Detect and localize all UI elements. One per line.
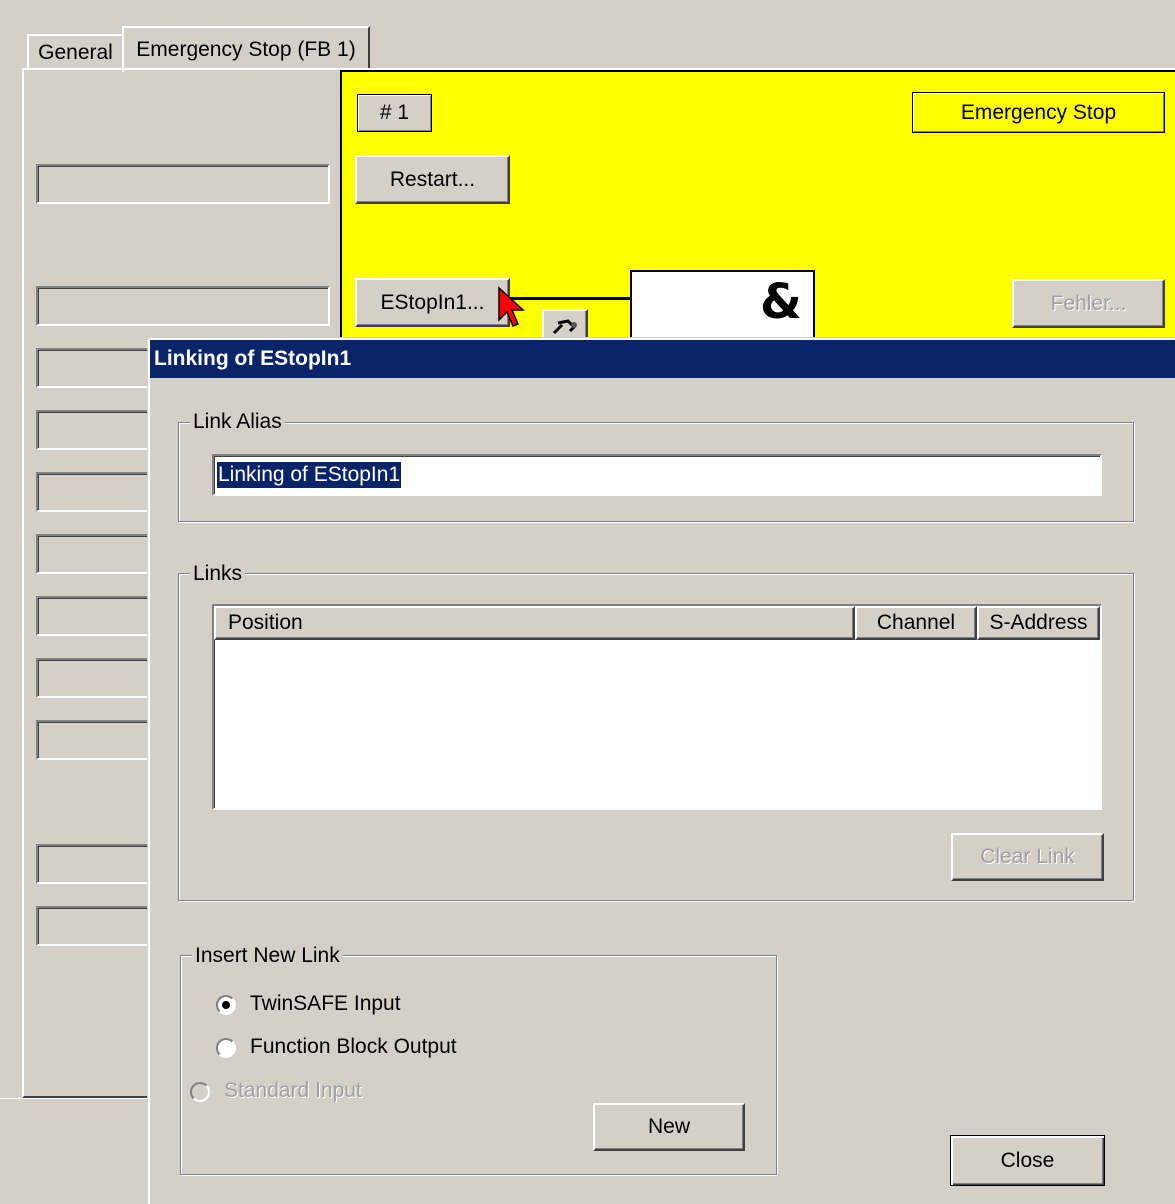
estop-in1-label: EStopIn1... [380,290,485,314]
column-header-position-label: Position [228,611,303,634]
fb-name-label: Emergency Stop [960,100,1117,124]
restart-button[interactable]: Restart... [355,155,510,204]
clear-link-label: Clear Link [980,845,1075,868]
new-button[interactable]: New [593,1103,745,1151]
left-field[interactable] [36,164,330,204]
linking-dialog: Linking of EStopIn1 Link Alias Linking o… [148,338,1175,1204]
tab-emergency-stop-label: Emergency Stop (FB 1) [136,38,356,61]
column-header-s-address-label: S-Address [989,611,1088,634]
link-alias-legend: Link Alias [190,411,285,433]
radio-function-block-output-indicator [216,1038,236,1058]
radio-twinsafe-input[interactable]: TwinSAFE Input [216,990,536,1020]
radio-standard-input[interactable]: Standard Input [190,1077,510,1107]
radio-standard-input-indicator [190,1082,210,1102]
restart-label: Restart... [389,167,476,191]
radio-function-block-output[interactable]: Function Block Output [216,1033,556,1063]
insert-new-link-legend: Insert New Link [192,945,343,967]
close-button[interactable]: Close [950,1135,1105,1186]
column-header-s-address[interactable]: S-Address [977,606,1100,640]
dialog-title-bar[interactable]: Linking of EStopIn1 [150,340,1175,378]
column-header-channel-label: Channel [876,611,956,634]
error-button[interactable]: Fehler... [1012,279,1165,328]
fb-number-label: # 1 [379,101,410,124]
link-alias-input[interactable]: Linking of EStopIn1 [212,454,1102,496]
dialog-title: Linking of EStopIn1 [154,347,352,370]
links-legend: Links [190,563,246,585]
fb-name-button[interactable]: Emergency Stop [912,92,1165,133]
link-alias-value: Linking of EStopIn1 [217,462,402,488]
error-label: Fehler... [1050,291,1127,315]
column-header-position[interactable]: Position [214,606,855,640]
links-table[interactable]: Position Channel S-Address [212,604,1102,810]
link-line [510,297,632,300]
clear-link-button[interactable]: Clear Link [951,833,1104,881]
close-label: Close [1000,1148,1055,1172]
column-header-channel[interactable]: Channel [855,606,977,640]
and-gate-symbol: & [760,274,802,330]
new-label: New [647,1115,690,1138]
radio-twinsafe-input-indicator [216,995,236,1015]
tab-emergency-stop[interactable]: Emergency Stop (FB 1) [122,26,370,72]
left-field[interactable] [36,286,330,326]
tab-general-label: General [38,41,113,64]
radio-standard-input-label: Standard Input [224,1079,362,1102]
radio-twinsafe-input-label: TwinSAFE Input [250,992,401,1015]
link-tool-icon[interactable] [542,309,588,341]
cursor-icon [497,286,527,330]
links-table-header: Position Channel S-Address [214,606,1100,640]
estop-in1-button[interactable]: EStopIn1... [355,278,510,327]
tab-general[interactable]: General [27,34,124,70]
fb-number-button[interactable]: # 1 [357,94,432,132]
radio-function-block-output-label: Function Block Output [250,1035,457,1058]
tab-bar: General Emergency Stop (FB 1) [0,0,1175,72]
